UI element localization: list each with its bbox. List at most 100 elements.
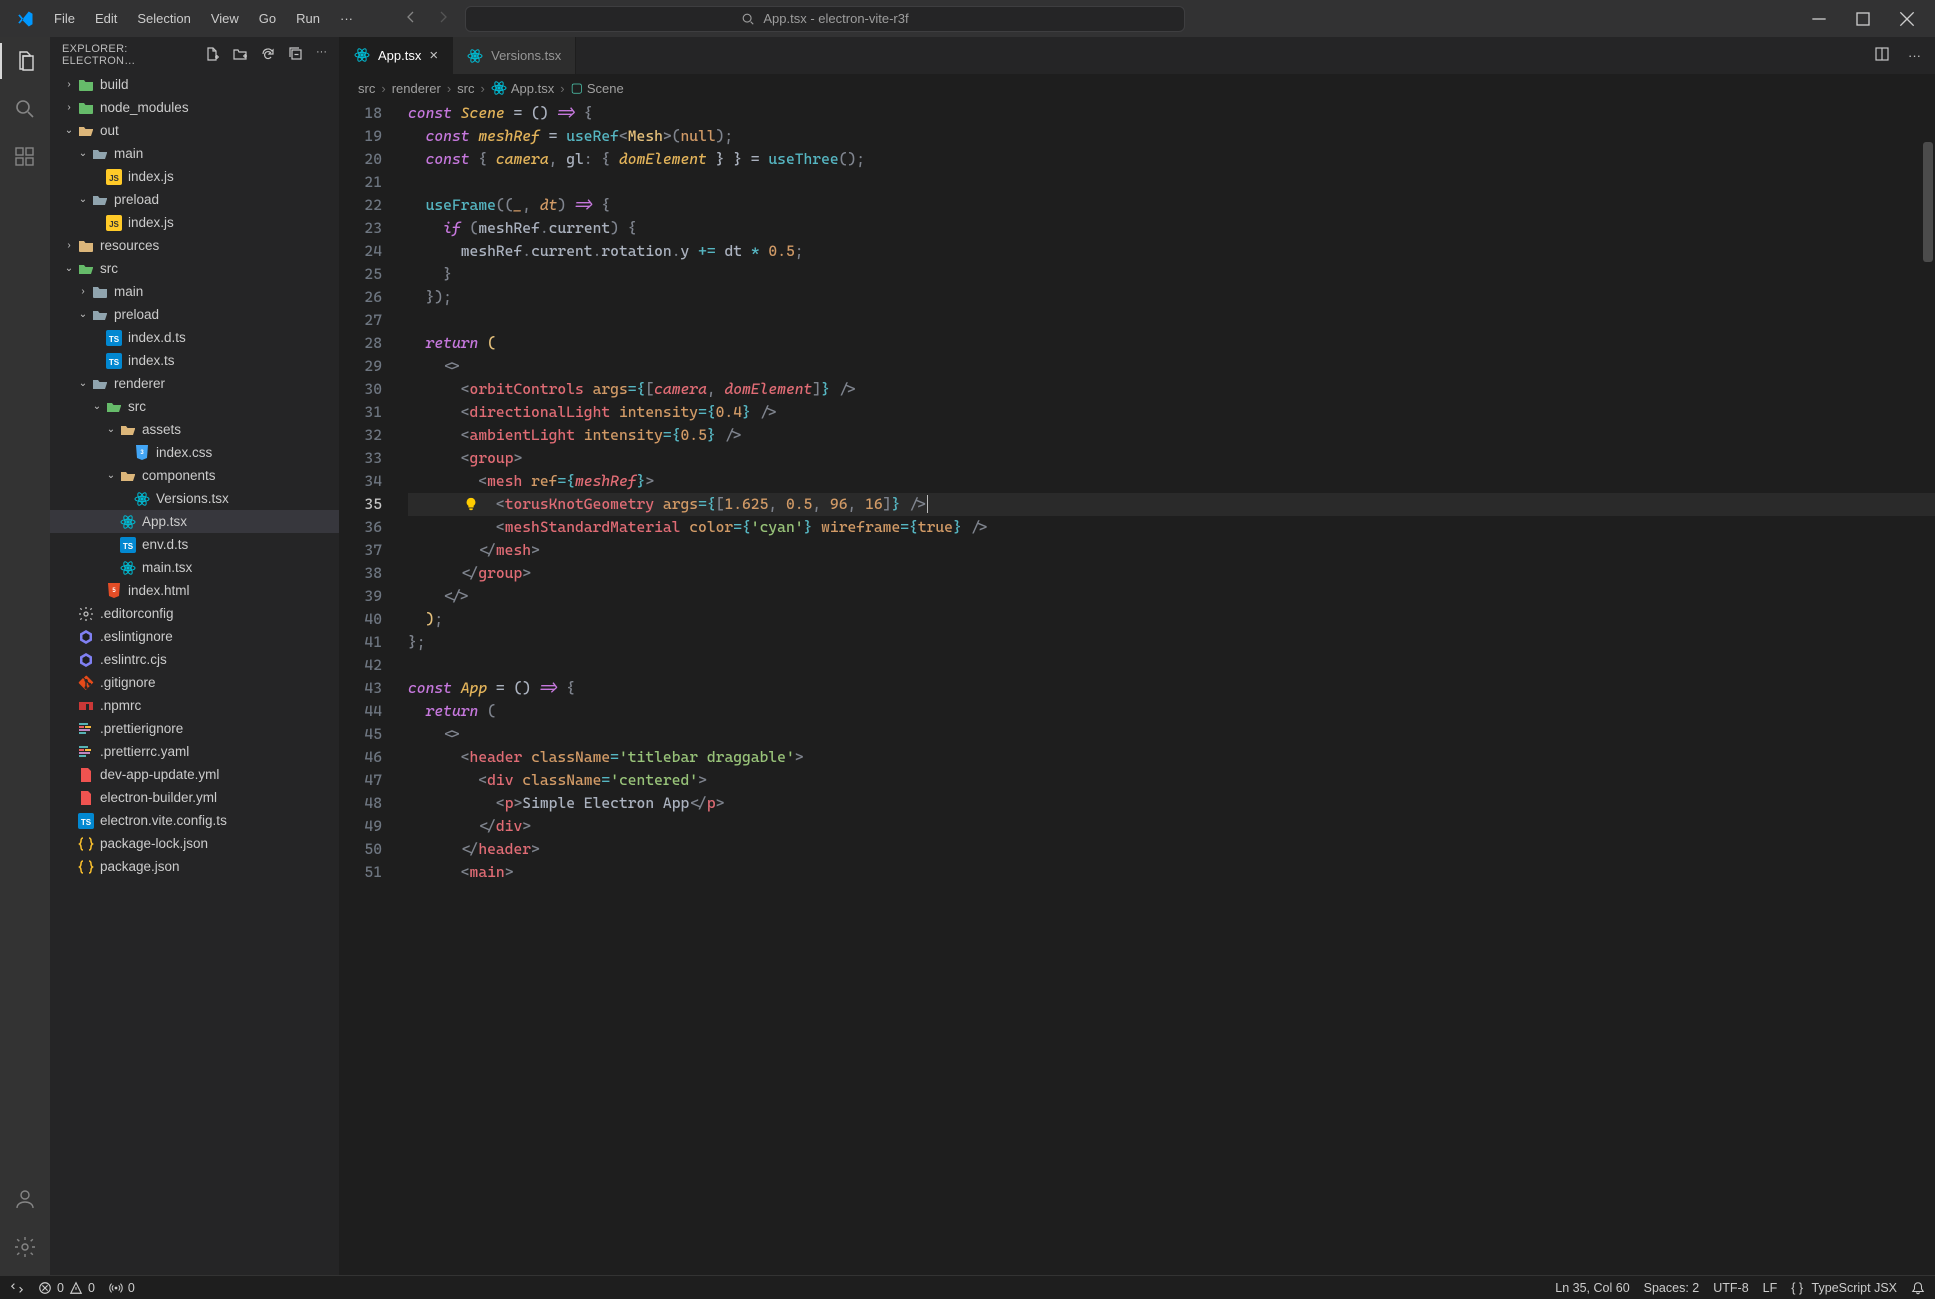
code-line-28[interactable]: return ( <box>408 332 1935 355</box>
breadcrumb-renderer[interactable]: renderer <box>392 81 441 96</box>
tree-item-resources[interactable]: ›resources <box>50 234 339 257</box>
code-line-34[interactable]: <mesh ref={meshRef}> <box>408 470 1935 493</box>
tree-item-index-html[interactable]: 5index.html <box>50 579 339 602</box>
code-line-35[interactable]: <torusKnotGeometry args={[1.625, 0.5, 96… <box>408 493 1935 516</box>
status-problems[interactable]: 0 0 <box>38 1281 95 1295</box>
tree-item--eslintignore[interactable]: .eslintignore <box>50 625 339 648</box>
menu-run[interactable]: Run <box>286 7 330 30</box>
status-notifications-icon[interactable] <box>1911 1281 1925 1295</box>
chevron-icon[interactable]: ⌄ <box>64 263 74 274</box>
menu-file[interactable]: File <box>44 7 85 30</box>
split-editor-icon[interactable] <box>1874 46 1890 65</box>
code-line-45[interactable]: <> <box>408 723 1935 746</box>
close-button[interactable] <box>1899 11 1915 27</box>
code-lines[interactable]: const Scene = () => { const meshRef = us… <box>400 102 1935 1275</box>
code-line-21[interactable] <box>408 171 1935 194</box>
code-line-51[interactable]: <main> <box>408 861 1935 884</box>
breadcrumb-src[interactable]: src <box>358 81 375 96</box>
code-line-24[interactable]: meshRef.current.rotation.y += dt * 0.5; <box>408 240 1935 263</box>
maximize-button[interactable] <box>1855 11 1871 27</box>
more-icon[interactable]: ··· <box>316 46 327 65</box>
tree-item-node-modules[interactable]: ›node_modules <box>50 96 339 119</box>
menu-overflow-icon[interactable]: ··· <box>332 7 361 30</box>
chevron-icon[interactable]: ⌄ <box>106 424 116 435</box>
tree-item-index-js[interactable]: JSindex.js <box>50 165 339 188</box>
code-line-18[interactable]: const Scene = () => { <box>408 102 1935 125</box>
tree-item-package-lock-json[interactable]: package-lock.json <box>50 832 339 855</box>
new-file-icon[interactable] <box>204 46 220 65</box>
activity-settings[interactable] <box>11 1233 39 1261</box>
nav-forward-icon[interactable] <box>435 9 451 28</box>
tree-item-package-json[interactable]: package.json <box>50 855 339 878</box>
tree-item--editorconfig[interactable]: .editorconfig <box>50 602 339 625</box>
activity-search[interactable] <box>11 95 39 123</box>
code-line-20[interactable]: const { camera, gl: { domElement } } = u… <box>408 148 1935 171</box>
status-spaces[interactable]: Spaces: 2 <box>1644 1281 1700 1295</box>
command-center[interactable]: App.tsx - electron-vite-r3f <box>465 6 1185 32</box>
code-line-26[interactable]: }); <box>408 286 1935 309</box>
code-line-40[interactable]: ); <box>408 608 1935 631</box>
breadcrumbs[interactable]: src›renderer›src› App.tsx›▢ Scene <box>340 74 1935 102</box>
code-editor[interactable]: 1819202122232425262728293031323334353637… <box>340 102 1935 1275</box>
menu-edit[interactable]: Edit <box>85 7 127 30</box>
code-line-25[interactable]: } <box>408 263 1935 286</box>
code-line-39[interactable]: </> <box>408 585 1935 608</box>
tree-item-assets[interactable]: ⌄assets <box>50 418 339 441</box>
tree-item-src[interactable]: ⌄src <box>50 257 339 280</box>
menu-go[interactable]: Go <box>249 7 286 30</box>
file-tree[interactable]: ›build›node_modules⌄out⌄mainJSindex.js⌄p… <box>50 73 339 1275</box>
editor-scrollbar[interactable] <box>1923 142 1933 262</box>
tree-item--eslintrc-cjs[interactable]: .eslintrc.cjs <box>50 648 339 671</box>
breadcrumb-src[interactable]: src <box>457 81 474 96</box>
chevron-icon[interactable]: › <box>64 102 74 113</box>
tree-item--gitignore[interactable]: .gitignore <box>50 671 339 694</box>
refresh-icon[interactable] <box>260 46 276 65</box>
code-line-36[interactable]: <meshStandardMaterial color={'cyan'} wir… <box>408 516 1935 539</box>
code-line-44[interactable]: return ( <box>408 700 1935 723</box>
tree-item-components[interactable]: ⌄components <box>50 464 339 487</box>
tree-item-main-tsx[interactable]: main.tsx <box>50 556 339 579</box>
breadcrumb-app.tsx[interactable]: App.tsx <box>491 80 554 96</box>
code-line-38[interactable]: </group> <box>408 562 1935 585</box>
tab-more-icon[interactable]: ··· <box>1908 48 1921 63</box>
chevron-icon[interactable]: › <box>64 79 74 90</box>
tree-item-preload[interactable]: ⌄preload <box>50 188 339 211</box>
code-line-30[interactable]: <orbitControls args={[camera, domElement… <box>408 378 1935 401</box>
code-line-46[interactable]: <header className='titlebar draggable'> <box>408 746 1935 769</box>
menu-view[interactable]: View <box>201 7 249 30</box>
tree-item-build[interactable]: ›build <box>50 73 339 96</box>
tree-item-dev-app-update-yml[interactable]: dev-app-update.yml <box>50 763 339 786</box>
chevron-icon[interactable]: ⌄ <box>106 470 116 481</box>
tree-item-env-d-ts[interactable]: TSenv.d.ts <box>50 533 339 556</box>
chevron-icon[interactable]: › <box>64 240 74 251</box>
code-line-42[interactable] <box>408 654 1935 677</box>
code-line-22[interactable]: useFrame((_, dt) => { <box>408 194 1935 217</box>
activity-accounts[interactable] <box>11 1185 39 1213</box>
status-remote[interactable] <box>10 1281 24 1295</box>
tree-item--prettierignore[interactable]: .prettierignore <box>50 717 339 740</box>
status-eol[interactable]: LF <box>1763 1281 1778 1295</box>
minimize-button[interactable] <box>1811 11 1827 27</box>
code-line-37[interactable]: </mesh> <box>408 539 1935 562</box>
lightbulb-icon[interactable] <box>464 496 478 519</box>
tree-item-index-css[interactable]: 3index.css <box>50 441 339 464</box>
tree-item-main[interactable]: ›main <box>50 280 339 303</box>
code-line-27[interactable] <box>408 309 1935 332</box>
chevron-icon[interactable]: ⌄ <box>78 148 88 159</box>
chevron-icon[interactable]: ⌄ <box>92 401 102 412</box>
code-line-32[interactable]: <ambientLight intensity={0.5} /> <box>408 424 1935 447</box>
chevron-icon[interactable]: ⌄ <box>78 194 88 205</box>
activity-explorer[interactable] <box>11 47 39 75</box>
code-line-49[interactable]: </div> <box>408 815 1935 838</box>
code-line-19[interactable]: const meshRef = useRef<Mesh>(null); <box>408 125 1935 148</box>
breadcrumb-scene[interactable]: ▢ Scene <box>571 80 624 96</box>
tree-item-index-d-ts[interactable]: TSindex.d.ts <box>50 326 339 349</box>
status-lncol[interactable]: Ln 35, Col 60 <box>1555 1281 1629 1295</box>
tree-item-out[interactable]: ⌄out <box>50 119 339 142</box>
code-line-43[interactable]: const App = () => { <box>408 677 1935 700</box>
chevron-icon[interactable]: ⌄ <box>64 125 74 136</box>
chevron-icon[interactable]: ⌄ <box>78 309 88 320</box>
tree-item-src[interactable]: ⌄src <box>50 395 339 418</box>
code-line-41[interactable]: }; <box>408 631 1935 654</box>
nav-back-icon[interactable] <box>403 9 419 28</box>
